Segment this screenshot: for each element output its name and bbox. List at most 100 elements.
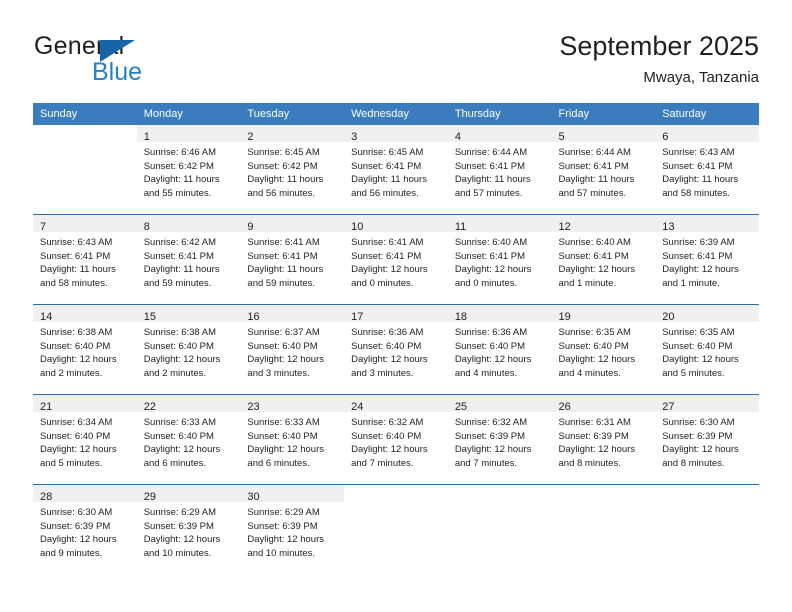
calendar-day-cell[interactable]: 12 Sunrise: 6:40 AM Sunset: 6:41 PM Dayligh…	[551, 214, 656, 305]
calendar-day-cell[interactable]: 19 Sunrise: 6:35 AM Sunset: 6:40 PM Dayligh…	[551, 304, 656, 395]
day-detail-line: and 57 minutes.	[558, 187, 627, 199]
day-number-band: 12	[551, 215, 656, 233]
day-detail-line: Sunrise: 6:30 AM	[40, 507, 113, 518]
calendar-day-cell[interactable]: 17 Sunrise: 6:36 AM Sunset: 6:40 PM Dayligh…	[344, 304, 448, 395]
day-detail-line: Sunset: 6:41 PM	[558, 160, 629, 172]
day-number: 4	[454, 131, 461, 143]
day-number-band: 24	[344, 395, 448, 413]
day-number-band	[344, 485, 448, 502]
day-cell-inner	[447, 485, 552, 574]
calendar-day-cell[interactable]: 15 Sunrise: 6:38 AM Sunset: 6:40 PM Dayligh…	[136, 304, 241, 395]
calendar-day-cell[interactable]: 7 Sunrise: 6:43 AM Sunset: 6:41 PM Daylight…	[33, 214, 137, 305]
day-cell-details: Sunrise: 6:33 AM Sunset: 6:40 PM Daylight:…	[240, 412, 344, 470]
calendar-day-cell[interactable]: 21 Sunrise: 6:34 AM Sunset: 6:40 PM Dayligh…	[33, 394, 137, 485]
day-number-band	[33, 125, 137, 142]
day-detail-line: Sunrise: 6:42 AM	[143, 237, 217, 248]
day-cell-details: Sunrise: 6:33 AM Sunset: 6:40 PM Daylight:…	[137, 412, 241, 470]
calendar-header-row: Sunday Monday Tuesday Wednesday Thursday Frid…	[33, 103, 759, 125]
day-detail-line: Sunset: 6:40 PM	[351, 340, 422, 352]
day-number: 22	[143, 401, 156, 413]
day-number-band: 22	[136, 395, 241, 413]
calendar-day-cell[interactable]: 10 Sunrise: 6:41 AM Sunset: 6:41 PM Dayligh…	[344, 214, 448, 305]
calendar-day-cell[interactable]: 20 Sunrise: 6:35 AM Sunset: 6:40 PM Dayligh…	[655, 304, 759, 395]
day-cell-inner: 20 Sunrise: 6:35 AM Sunset: 6:40 PM Dayligh…	[655, 305, 759, 394]
day-number: 11	[454, 221, 467, 233]
day-number-band: 7	[33, 215, 137, 233]
calendar-day-cell[interactable]: 11 Sunrise: 6:40 AM Sunset: 6:41 PM Dayligh…	[447, 214, 552, 305]
calendar-day-cell[interactable]: 3 Sunrise: 6:45 AM Sunset: 6:41 PM Daylight…	[344, 125, 448, 215]
calendar-day-cell[interactable]: 4 Sunrise: 6:44 AM Sunset: 6:41 PM Daylight…	[447, 125, 552, 215]
day-number-band: 6	[655, 125, 759, 143]
calendar-day-cell[interactable]: 9 Sunrise: 6:41 AM Sunset: 6:41 PM Daylight…	[240, 214, 345, 305]
day-cell-inner	[33, 125, 137, 214]
day-detail-line: Daylight: 12 hours	[143, 354, 221, 365]
day-detail-line: Sunset: 6:39 PM	[662, 430, 733, 442]
day-cell-details: Sunrise: 6:32 AM Sunset: 6:40 PM Daylight:…	[344, 412, 448, 470]
calendar-day-cell[interactable]: 8 Sunrise: 6:42 AM Sunset: 6:41 PM Daylight…	[136, 214, 241, 305]
day-detail-line: Sunrise: 6:38 AM	[143, 327, 217, 338]
day-detail-line: Sunset: 6:42 PM	[247, 160, 318, 172]
calendar-day-cell-empty	[33, 125, 137, 215]
calendar-grid: Sunday Monday Tuesday Wednesday Thursday Frid…	[33, 103, 759, 574]
day-cell-details: Sunrise: 6:44 AM Sunset: 6:41 PM Daylight:…	[552, 142, 656, 200]
day-cell-inner: 8 Sunrise: 6:42 AM Sunset: 6:41 PM Daylight…	[136, 215, 241, 304]
calendar-day-cell[interactable]: 13 Sunrise: 6:39 AM Sunset: 6:41 PM Dayligh…	[655, 214, 759, 305]
calendar-day-cell[interactable]: 1 Sunrise: 6:46 AM Sunset: 6:42 PM Daylight…	[136, 125, 241, 215]
calendar-day-cell[interactable]: 23 Sunrise: 6:33 AM Sunset: 6:40 PM Dayligh…	[240, 394, 345, 485]
day-number: 15	[143, 311, 156, 323]
day-detail-line: Daylight: 11 hours	[40, 264, 116, 275]
calendar-week-row: 28 Sunrise: 6:30 AM Sunset: 6:39 PM Dayligh…	[33, 484, 759, 574]
calendar-day-cell[interactable]: 2 Sunrise: 6:45 AM Sunset: 6:42 PM Daylight…	[240, 125, 345, 215]
day-detail-line: Daylight: 12 hours	[40, 444, 117, 455]
calendar-day-cell[interactable]: 30 Sunrise: 6:29 AM Sunset: 6:39 PM Dayligh…	[240, 484, 345, 574]
day-detail-line: and 10 minutes.	[143, 547, 212, 559]
calendar-day-cell[interactable]: 14 Sunrise: 6:38 AM Sunset: 6:40 PM Dayligh…	[33, 304, 137, 395]
day-cell-details: Sunrise: 6:37 AM Sunset: 6:40 PM Daylight:…	[240, 322, 344, 380]
day-number-band: 25	[447, 395, 552, 413]
day-cell-inner: 7 Sunrise: 6:43 AM Sunset: 6:41 PM Daylight…	[33, 215, 137, 304]
weekday-header-tuesday: Tuesday	[240, 103, 345, 125]
day-number-band: 21	[33, 395, 137, 413]
day-detail-line: Sunrise: 6:30 AM	[662, 417, 735, 428]
calendar-day-cell[interactable]: 6 Sunrise: 6:43 AM Sunset: 6:41 PM Daylight…	[655, 125, 759, 215]
calendar-day-cell[interactable]: 28 Sunrise: 6:30 AM Sunset: 6:39 PM Dayligh…	[33, 484, 137, 574]
calendar-day-cell[interactable]: 26 Sunrise: 6:31 AM Sunset: 6:39 PM Dayligh…	[551, 394, 656, 485]
calendar-day-cell[interactable]: 27 Sunrise: 6:30 AM Sunset: 6:39 PM Dayligh…	[655, 394, 759, 485]
day-number-band: 18	[447, 305, 552, 323]
day-detail-line: and 4 minutes.	[558, 367, 621, 379]
day-number: 28	[40, 491, 53, 503]
day-number: 24	[351, 401, 364, 413]
calendar-day-cell[interactable]: 24 Sunrise: 6:32 AM Sunset: 6:40 PM Dayligh…	[344, 394, 448, 485]
day-detail-line: Sunset: 6:41 PM	[351, 160, 422, 172]
day-cell-details: Sunrise: 6:30 AM Sunset: 6:39 PM Daylight:…	[33, 502, 137, 560]
day-detail-line: Sunset: 6:41 PM	[40, 250, 111, 262]
calendar-day-cell[interactable]: 18 Sunrise: 6:36 AM Sunset: 6:40 PM Dayligh…	[447, 304, 552, 395]
day-cell-details: Sunrise: 6:40 AM Sunset: 6:41 PM Daylight:…	[552, 232, 656, 290]
day-cell-inner: 3 Sunrise: 6:45 AM Sunset: 6:41 PM Daylight…	[344, 125, 448, 214]
day-detail-line: Sunset: 6:40 PM	[247, 340, 318, 352]
page-subtitle-location: Mwaya, Tanzania	[643, 69, 759, 86]
day-cell-details: Sunrise: 6:30 AM Sunset: 6:39 PM Daylight:…	[655, 412, 759, 470]
calendar-day-cell[interactable]: 22 Sunrise: 6:33 AM Sunset: 6:40 PM Dayligh…	[136, 394, 241, 485]
day-number: 16	[247, 311, 260, 323]
day-number-band: 11	[447, 215, 552, 233]
day-detail-line: and 8 minutes.	[662, 457, 725, 469]
day-cell-details: Sunrise: 6:35 AM Sunset: 6:40 PM Daylight:…	[552, 322, 656, 380]
calendar-day-cell[interactable]: 25 Sunrise: 6:32 AM Sunset: 6:39 PM Dayligh…	[447, 394, 552, 485]
day-detail-line: Sunset: 6:39 PM	[247, 520, 318, 532]
calendar-week-row: 21 Sunrise: 6:34 AM Sunset: 6:40 PM Dayligh…	[33, 394, 759, 485]
calendar-day-cell[interactable]: 16 Sunrise: 6:37 AM Sunset: 6:40 PM Dayligh…	[240, 304, 345, 395]
calendar-day-cell[interactable]: 29 Sunrise: 6:29 AM Sunset: 6:39 PM Dayligh…	[136, 484, 241, 574]
calendar-day-cell[interactable]: 5 Sunrise: 6:44 AM Sunset: 6:41 PM Daylight…	[551, 125, 656, 215]
day-number: 30	[247, 491, 260, 503]
day-detail-line: and 6 minutes.	[247, 457, 310, 469]
day-cell-details: Sunrise: 6:45 AM Sunset: 6:41 PM Daylight:…	[344, 142, 448, 200]
day-detail-line: Daylight: 12 hours	[662, 354, 739, 365]
day-number-band: 26	[551, 395, 656, 413]
day-detail-line: Sunset: 6:41 PM	[662, 160, 733, 172]
calendar-body: 1 Sunrise: 6:46 AM Sunset: 6:42 PM Daylight…	[33, 125, 759, 574]
day-cell-inner: 2 Sunrise: 6:45 AM Sunset: 6:42 PM Daylight…	[240, 125, 345, 214]
day-detail-line: Sunset: 6:40 PM	[454, 340, 526, 352]
day-detail-line: Sunset: 6:41 PM	[662, 250, 733, 262]
day-detail-line: Sunrise: 6:41 AM	[247, 237, 320, 248]
